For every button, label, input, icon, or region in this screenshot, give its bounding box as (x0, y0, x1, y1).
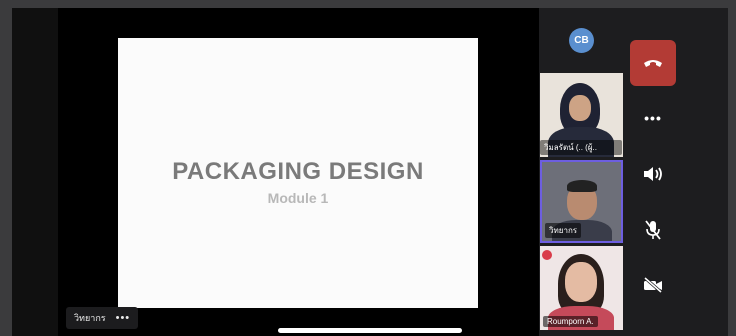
active-speaker-name: วิทยากร (74, 313, 106, 323)
participant-face (565, 262, 597, 302)
participant-tile-active[interactable]: วิทยากร (540, 160, 623, 243)
participant-tile[interactable]: Roumporn A. (540, 246, 623, 330)
participant-name: วิทยากร (545, 223, 582, 238)
speaker-more-icon[interactable]: ••• (116, 307, 131, 329)
participant-hair (567, 180, 597, 192)
camera-off-icon (644, 277, 662, 293)
mute-button[interactable] (630, 207, 676, 253)
speaker-icon (644, 167, 662, 181)
decoration (542, 250, 552, 260)
participant-name: Roumporn A. (543, 316, 598, 327)
slide-title: PACKAGING DESIGN (172, 158, 424, 185)
more-options-button[interactable]: ••• (630, 95, 676, 141)
end-call-button[interactable] (630, 40, 676, 86)
active-speaker-tag[interactable]: วิทยากร ••• (66, 307, 139, 329)
speaker-button[interactable] (630, 151, 676, 197)
participant-name: วิมลรัตน์ (.. (ผู้.. (540, 140, 622, 155)
participant-face (569, 95, 591, 121)
participant-tile[interactable]: วิมลรัตน์ (.. (ผู้.. (540, 73, 623, 157)
presentation-slide: PACKAGING DESIGN Module 1 (118, 38, 478, 308)
home-indicator (278, 328, 462, 333)
more-icon: ••• (644, 110, 662, 126)
mic-muted-icon (645, 220, 661, 240)
phone-hangup-icon (644, 60, 662, 67)
avatar[interactable]: CB (569, 28, 594, 53)
slide-subtitle: Module 1 (267, 190, 329, 206)
camera-button[interactable] (630, 262, 676, 308)
